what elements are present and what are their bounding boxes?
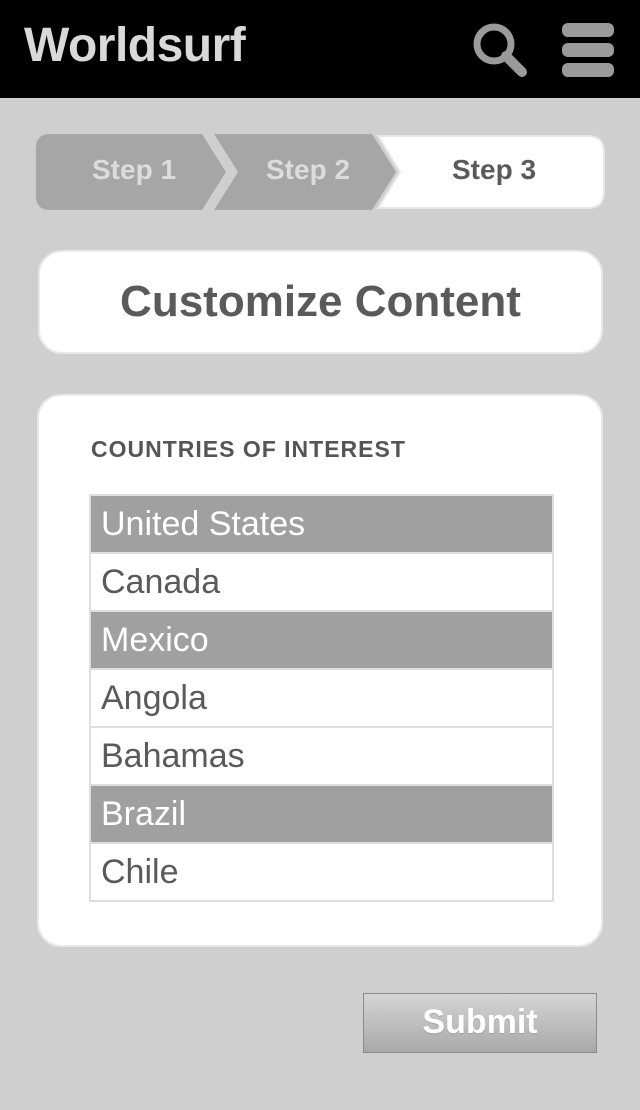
menu-icon bbox=[562, 23, 614, 77]
app-title: Worldsurf bbox=[24, 19, 246, 72]
app-header: Worldsurf bbox=[0, 0, 640, 98]
step-1-label[interactable]: Step 1 bbox=[92, 154, 176, 186]
step-2-label[interactable]: Step 2 bbox=[266, 154, 350, 186]
countries-card: COUNTRIES OF INTEREST United States Cana… bbox=[37, 394, 603, 947]
country-option-canada[interactable]: Canada bbox=[91, 554, 552, 610]
menu-button[interactable] bbox=[556, 18, 620, 82]
country-option-brazil[interactable]: Brazil bbox=[91, 786, 552, 842]
submit-button[interactable]: Submit bbox=[363, 993, 597, 1053]
country-option-chile[interactable]: Chile bbox=[91, 844, 552, 900]
search-icon bbox=[473, 23, 527, 77]
country-list: United States Canada Mexico Angola Baham… bbox=[89, 494, 554, 902]
country-option-united-states[interactable]: United States bbox=[91, 496, 552, 552]
page-title: Customize Content bbox=[120, 277, 521, 326]
step-3-label[interactable]: Step 3 bbox=[452, 154, 536, 186]
search-button[interactable] bbox=[468, 18, 532, 82]
country-option-bahamas[interactable]: Bahamas bbox=[91, 728, 552, 784]
countries-section-label: COUNTRIES OF INTEREST bbox=[91, 436, 406, 462]
title-card: Customize Content bbox=[38, 250, 603, 354]
country-option-mexico[interactable]: Mexico bbox=[91, 612, 552, 668]
country-option-angola[interactable]: Angola bbox=[91, 670, 552, 726]
step-progress: Step 1 Step 2 Step 3 bbox=[36, 134, 606, 210]
